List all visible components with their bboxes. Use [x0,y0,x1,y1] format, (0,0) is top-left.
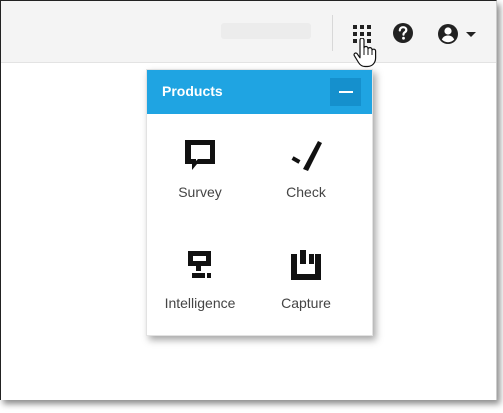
user-menu-button[interactable] [437,22,481,46]
products-panel-header: Products [147,70,372,114]
products-panel: Products Survey Check Intelligence Captu… [146,69,373,336]
top-header [1,1,496,63]
header-divider [332,15,333,51]
product-label-survey: Survey [178,184,222,200]
minus-icon [339,91,353,93]
app-window: Products Survey Check Intelligence Captu… [0,0,497,400]
header-placeholder [221,23,311,39]
caret-down-icon [466,32,476,37]
products-panel-title: Products [162,83,223,99]
product-tile-survey[interactable]: Survey [150,132,250,222]
help-circle-icon[interactable] [392,22,414,44]
collapse-button[interactable] [330,78,361,106]
grid-apps-icon[interactable] [352,24,372,44]
product-label-check: Check [286,184,326,200]
product-tile-intelligence[interactable]: Intelligence [150,242,250,332]
user-avatar-icon [438,24,458,44]
intelligence-icon [188,251,211,278]
product-label-capture: Capture [281,295,331,311]
product-tile-capture[interactable]: Capture [256,242,356,332]
product-tile-check[interactable]: Check [256,132,356,222]
check-icon [291,141,322,171]
survey-icon [185,140,215,170]
product-label-intelligence: Intelligence [164,295,236,311]
capture-icon [291,250,321,280]
